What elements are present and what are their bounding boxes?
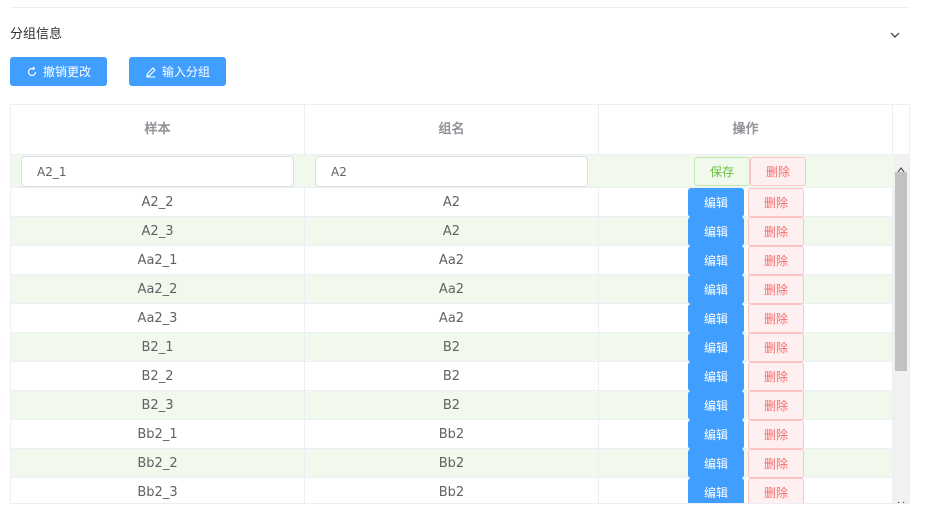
delete-button[interactable]: 删除 [750,157,806,186]
actions-cell [599,246,893,274]
refresh-icon [26,66,38,78]
header-gutter [893,105,909,155]
actions-cell [599,478,893,503]
save-button[interactable]: 保存 [694,157,750,186]
column-header-group: 组名 [305,105,599,154]
table-row: A2_2 A2 编辑 删除 [11,188,893,217]
table-body: 保存 删除 A2_2A2编辑删除A2_3A2编辑删除Aa2_1Aa2编辑删除Aa… [11,155,893,503]
chevron-down-icon[interactable] [889,26,901,38]
sample-cell: B2_2 [11,362,305,390]
group-cell: B2 [305,391,599,419]
scroll-up-arrow-icon[interactable] [897,159,905,173]
edit-button[interactable]: 编辑 [688,304,744,333]
sample-cell: A2_3 [11,217,305,245]
actions-cell [599,217,893,245]
sample-input[interactable] [21,156,294,187]
actions-cell [599,362,893,390]
actions-cell [599,188,893,216]
delete-button[interactable]: 删除 [748,217,804,246]
edit-button[interactable]: 编辑 [688,478,744,503]
actions-cell [599,333,893,361]
edit-button[interactable]: 编辑 [688,362,744,391]
sample-cell: A2_2 [11,188,305,216]
actions-cell [599,449,893,477]
group-cell: Aa2 [305,275,599,303]
group-cell: Aa2 [305,304,599,332]
table-header: 样本 组名 操作 [11,105,893,155]
sample-cell: Bb2_3 [11,478,305,503]
sample-cell: Bb2_1 [11,420,305,448]
sample-cell: B2_3 [11,391,305,419]
actions-cell [599,420,893,448]
delete-button[interactable]: 删除 [748,188,804,217]
group-cell: Bb2 [305,449,599,477]
group-name-input[interactable] [315,156,588,187]
delete-button[interactable]: 删除 [748,246,804,275]
vertical-scrollbar[interactable] [893,155,909,503]
table-row: Aa2_3 Aa2 编辑 删除 [11,304,893,333]
revert-changes-label: 撤销更改 [42,65,91,79]
group-cell: B2 [305,333,599,361]
actions-cell [599,275,893,303]
sample-cell: Bb2_2 [11,449,305,477]
column-header-sample: 样本 [11,105,305,154]
group-cell: A2 [305,188,599,216]
delete-button[interactable]: 删除 [748,420,804,449]
table-row: Aa2_1 Aa2 编辑 删除 [11,246,893,275]
sample-cell: B2_1 [11,333,305,361]
table-row: Bb2_2 Bb2 编辑 删除 [11,449,893,478]
delete-button[interactable]: 删除 [748,449,804,478]
edit-button[interactable]: 编辑 [688,420,744,449]
import-groups-label: 输入分组 [161,65,210,79]
section-header[interactable]: 分组信息 [10,20,909,44]
delete-button[interactable]: 删除 [748,304,804,333]
import-groups-button[interactable]: 输入分组 [129,57,226,86]
delete-button[interactable]: 删除 [748,362,804,391]
delete-button[interactable]: 删除 [748,333,804,362]
table-row: Bb2_1 Bb2 编辑 删除 [11,420,893,449]
table-row: B2_2 B2 编辑 删除 [11,362,893,391]
group-cell: Aa2 [305,246,599,274]
group-cell: Bb2 [305,478,599,503]
sample-cell: Aa2_2 [11,275,305,303]
table-row: Aa2_2 Aa2 编辑 删除 [11,275,893,304]
delete-button[interactable]: 删除 [748,478,804,503]
edit-icon [145,66,157,78]
sample-cell: Aa2_3 [11,304,305,332]
scroll-down-arrow-icon[interactable] [897,493,905,503]
edit-button[interactable]: 编辑 [688,449,744,478]
table-row: B2_3 B2 编辑 删除 [11,391,893,420]
edit-button[interactable]: 编辑 [688,275,744,304]
actions-cell [599,391,893,419]
edit-button[interactable]: 编辑 [688,217,744,246]
revert-changes-button[interactable]: 撤销更改 [10,57,107,86]
scrollbar-thumb[interactable] [895,172,907,371]
group-cell: B2 [305,362,599,390]
section-title: 分组信息 [10,27,63,42]
actions-cell [599,304,893,332]
table-row: A2_3 A2 编辑 删除 [11,217,893,246]
edit-button[interactable]: 编辑 [688,333,744,362]
group-table: 样本 组名 操作 保存 删除 A2_2A2编辑删除A2_3A2编辑删除Aa2_1… [10,104,910,504]
table-row: Bb2_3 Bb2 编辑 删除 [11,478,893,503]
sample-cell: Aa2_1 [11,246,305,274]
table-row-editing: 保存 删除 [11,155,893,188]
table-row: B2_1 B2 编辑 删除 [11,333,893,362]
edit-button[interactable]: 编辑 [688,391,744,420]
delete-button[interactable]: 删除 [748,275,804,304]
group-cell: Bb2 [305,420,599,448]
edit-button[interactable]: 编辑 [688,188,744,217]
delete-button[interactable]: 删除 [748,391,804,420]
edit-button[interactable]: 编辑 [688,246,744,275]
column-header-actions: 操作 [599,105,893,154]
top-divider [10,7,909,8]
group-cell: A2 [305,217,599,245]
